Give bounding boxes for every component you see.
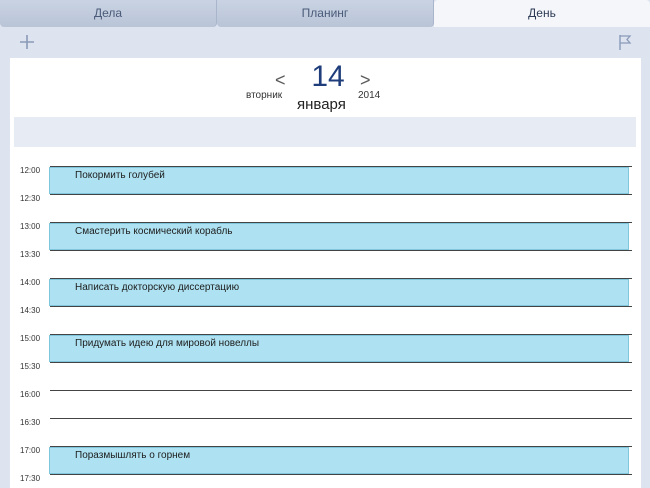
flag-icon[interactable]: [614, 31, 636, 53]
month-label: января: [297, 96, 346, 113]
event-title: Смастерить космический корабль: [75, 226, 233, 237]
tab-day[interactable]: День: [434, 0, 650, 27]
tab-planning[interactable]: Планинг: [217, 0, 434, 27]
half-hour-line: [50, 250, 632, 251]
day-number: 14: [311, 60, 345, 93]
date-header: < 14 > вторник января 2014: [10, 58, 641, 118]
time-grid[interactable]: 12:00 12:30 13:00 13:30 14:00 14:30 15:0…: [10, 166, 641, 488]
event-title: Придумать идею для мировой новеллы: [75, 338, 260, 349]
time-label: 17:30: [20, 474, 41, 483]
event-item[interactable]: Написать докторскую диссертацию: [49, 279, 629, 306]
half-hour-line: [50, 362, 632, 363]
time-label: 16:00: [20, 390, 41, 399]
hour-line: [50, 390, 632, 391]
time-label: 14:00: [20, 278, 41, 287]
time-label: 12:00: [20, 166, 41, 175]
time-label: 12:30: [20, 194, 41, 203]
event-title: Покормить голубей: [75, 170, 165, 181]
time-label: 15:00: [20, 334, 41, 343]
plus-icon[interactable]: [16, 31, 38, 53]
event-item[interactable]: Придумать идею для мировой новеллы: [49, 335, 629, 362]
time-label: 17:00: [20, 446, 41, 455]
toolbar: [0, 27, 650, 58]
year-label: 2014: [358, 90, 381, 101]
all-day-area[interactable]: [14, 117, 636, 147]
time-label: 13:00: [20, 222, 41, 231]
event-item[interactable]: Смастерить космический корабль: [49, 223, 629, 250]
event-item[interactable]: Покормить голубей: [49, 167, 629, 194]
half-hour-line: [50, 474, 632, 475]
half-hour-line: [50, 194, 632, 195]
weekday-label: вторник: [246, 90, 283, 101]
day-view: < 14 > вторник января 2014 12:00 12:30 1…: [10, 58, 641, 488]
tab-bar: Дела Планинг День: [0, 0, 650, 27]
event-item[interactable]: Поразмышлять о горнем: [49, 447, 629, 474]
prev-day-button[interactable]: <: [275, 70, 286, 91]
time-label: 14:30: [20, 306, 41, 315]
event-title: Поразмышлять о горнем: [75, 450, 191, 461]
tab-tasks[interactable]: Дела: [0, 0, 217, 27]
time-label: 15:30: [20, 362, 41, 371]
next-day-button[interactable]: >: [360, 70, 371, 91]
time-label: 13:30: [20, 250, 41, 259]
half-hour-line: [50, 418, 632, 419]
half-hour-line: [50, 306, 632, 307]
time-label: 16:30: [20, 418, 41, 427]
event-title: Написать докторскую диссертацию: [75, 282, 240, 293]
